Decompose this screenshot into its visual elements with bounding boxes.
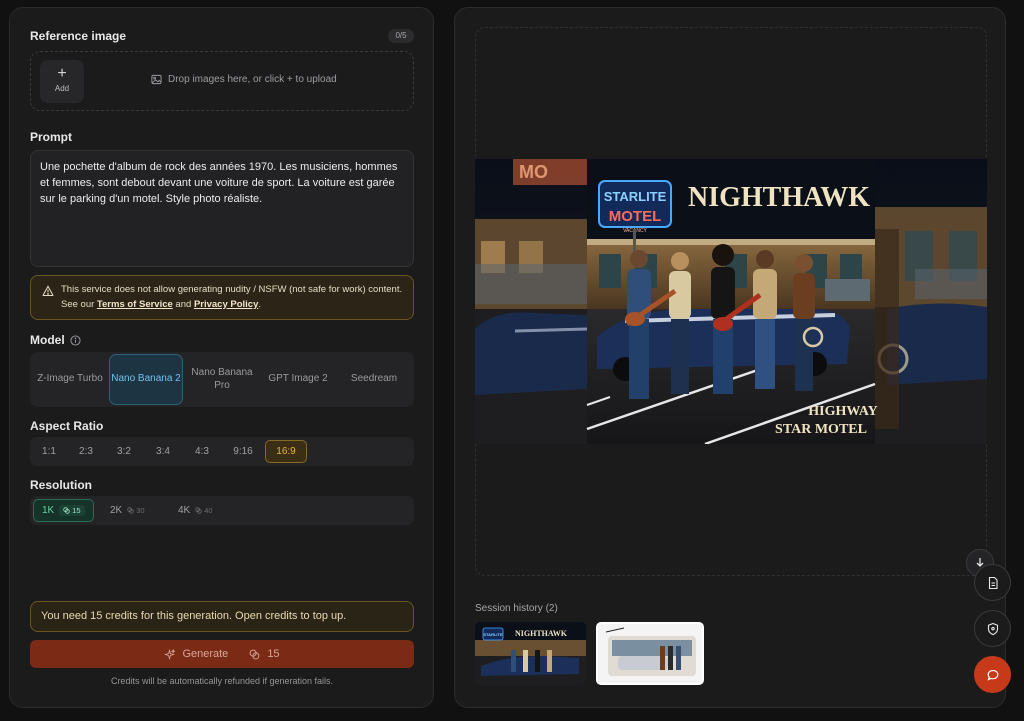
resolution-option-2k[interactable]: 2K 30 bbox=[102, 499, 153, 522]
refund-note: Credits will be automatically refunded i… bbox=[110, 676, 334, 686]
add-reference-label: Add bbox=[54, 84, 70, 93]
warning-triangle-icon bbox=[42, 285, 54, 296]
drop-hint-text: Drop images here, or click + to upload bbox=[168, 74, 337, 85]
sparkles-icon bbox=[164, 648, 176, 660]
generate-cost: 15 bbox=[267, 648, 280, 660]
reference-counter-badge: 0/5 bbox=[388, 29, 414, 43]
album-cover: STARLITE MOTEL VACANCY NIGHTHAWK HIGHWAY… bbox=[586, 159, 878, 444]
prompt-textarea[interactable]: Une pochette d'album de rock des années … bbox=[30, 150, 414, 267]
chat-icon bbox=[986, 669, 998, 681]
image-icon bbox=[151, 74, 162, 85]
coins-icon bbox=[195, 507, 202, 514]
resolution-cost: 30 bbox=[127, 506, 145, 515]
resolution-option-1k[interactable]: 1K 15 bbox=[33, 499, 94, 522]
resolution-label: 4K bbox=[178, 505, 191, 516]
model-selector: Z-Image Turbo Nano Banana 2 Nano Banana … bbox=[30, 352, 414, 407]
warning-end: . bbox=[258, 298, 262, 310]
resolution-cost: 15 bbox=[59, 505, 85, 516]
ratio-option-16-9[interactable]: 16:9 bbox=[265, 440, 307, 463]
shield-icon bbox=[987, 622, 998, 635]
generation-settings-panel: Reference image 0/5 + Add Drop images he… bbox=[9, 7, 434, 708]
generate-label: Generate bbox=[182, 648, 229, 660]
album-subtitle-line-1: HIGHWAY bbox=[808, 404, 878, 419]
thumbnail-image bbox=[598, 624, 702, 683]
session-history-title: Session history (2) bbox=[475, 603, 558, 614]
model-title: Model bbox=[30, 333, 65, 347]
ratio-option-3-4[interactable]: 3:4 bbox=[148, 440, 178, 463]
reference-image-title: Reference image bbox=[30, 29, 127, 43]
resolution-title: Resolution bbox=[30, 478, 92, 492]
model-option-nano-banana-pro[interactable]: Nano Banana Pro bbox=[185, 354, 259, 405]
preview-panel: MO STARLITE MOTEL NIGHTHAWK HIGHWAY STAR… bbox=[454, 7, 1006, 708]
ratio-option-4-3[interactable]: 4:3 bbox=[187, 440, 217, 463]
credits-notice[interactable]: You need 15 credits for this generation.… bbox=[30, 601, 414, 632]
history-thumbnail-2[interactable] bbox=[596, 622, 704, 685]
album-title: NIGHTHAWK bbox=[688, 182, 870, 213]
document-button[interactable] bbox=[974, 564, 1011, 601]
thumbnail-sign-text: STARLITE bbox=[483, 632, 503, 637]
album-cover-artwork: MO STARLITE MOTEL NIGHTHAWK HIGHWAY STAR… bbox=[475, 159, 987, 444]
document-icon bbox=[988, 576, 998, 589]
resolution-label: 1K bbox=[42, 505, 55, 516]
model-option-z-image-turbo[interactable]: Z-Image Turbo bbox=[33, 354, 107, 405]
thumbnail-image: STARLITE NIGHTHAWK bbox=[475, 622, 586, 685]
neon-sign-line-2: MOTEL bbox=[609, 208, 662, 225]
info-icon[interactable] bbox=[70, 335, 81, 346]
resolution-option-4k[interactable]: 4K 40 bbox=[170, 499, 221, 522]
drop-hint: Drop images here, or click + to upload bbox=[151, 74, 337, 85]
model-option-gpt-image-2[interactable]: GPT Image 2 bbox=[261, 354, 335, 405]
aspect-ratio-title: Aspect Ratio bbox=[30, 419, 104, 433]
privacy-shield-button[interactable] bbox=[974, 610, 1011, 647]
ratio-option-1-1[interactable]: 1:1 bbox=[34, 440, 64, 463]
ratio-option-2-3[interactable]: 2:3 bbox=[71, 440, 101, 463]
generated-image-preview[interactable]: MO STARLITE MOTEL NIGHTHAWK HIGHWAY STAR… bbox=[475, 159, 987, 444]
model-option-seedream[interactable]: Seedream bbox=[337, 354, 411, 405]
privacy-policy-link[interactable]: Privacy Policy bbox=[194, 299, 258, 310]
coins-icon bbox=[249, 649, 260, 659]
background-neon-text: MO bbox=[519, 162, 548, 182]
model-option-nano-banana-2[interactable]: Nano Banana 2 bbox=[109, 354, 183, 405]
resolution-selector: 1K 15 2K 30 4K 40 bbox=[30, 496, 414, 525]
plus-icon: + bbox=[57, 65, 67, 82]
resolution-label: 2K bbox=[110, 505, 123, 516]
ratio-option-9-16[interactable]: 9:16 bbox=[226, 440, 260, 463]
coins-icon bbox=[63, 507, 70, 514]
neon-sign-line-1: STARLITE bbox=[604, 189, 667, 204]
nsfw-warning: This service does not allow generating n… bbox=[30, 275, 414, 320]
prompt-title: Prompt bbox=[30, 130, 72, 144]
terms-of-service-link[interactable]: Terms of Service bbox=[97, 299, 173, 310]
chat-support-button[interactable] bbox=[974, 656, 1011, 693]
history-thumbnail-1[interactable]: STARLITE NIGHTHAWK bbox=[475, 622, 586, 685]
reference-upload-dropzone[interactable]: + Add Drop images here, or click + to up… bbox=[30, 51, 414, 111]
warning-and: and bbox=[172, 298, 194, 310]
generate-button[interactable]: Generate 15 bbox=[30, 640, 414, 668]
aspect-ratio-selector: 1:1 2:3 3:2 3:4 4:3 9:16 16:9 bbox=[30, 437, 414, 466]
ratio-option-3-2[interactable]: 3:2 bbox=[109, 440, 139, 463]
resolution-cost: 40 bbox=[195, 506, 213, 515]
thumbnail-title: NIGHTHAWK bbox=[515, 629, 568, 638]
add-reference-button[interactable]: + Add bbox=[40, 60, 84, 103]
album-subtitle-line-2: STAR MOTEL bbox=[775, 422, 867, 437]
coins-icon bbox=[127, 507, 134, 514]
